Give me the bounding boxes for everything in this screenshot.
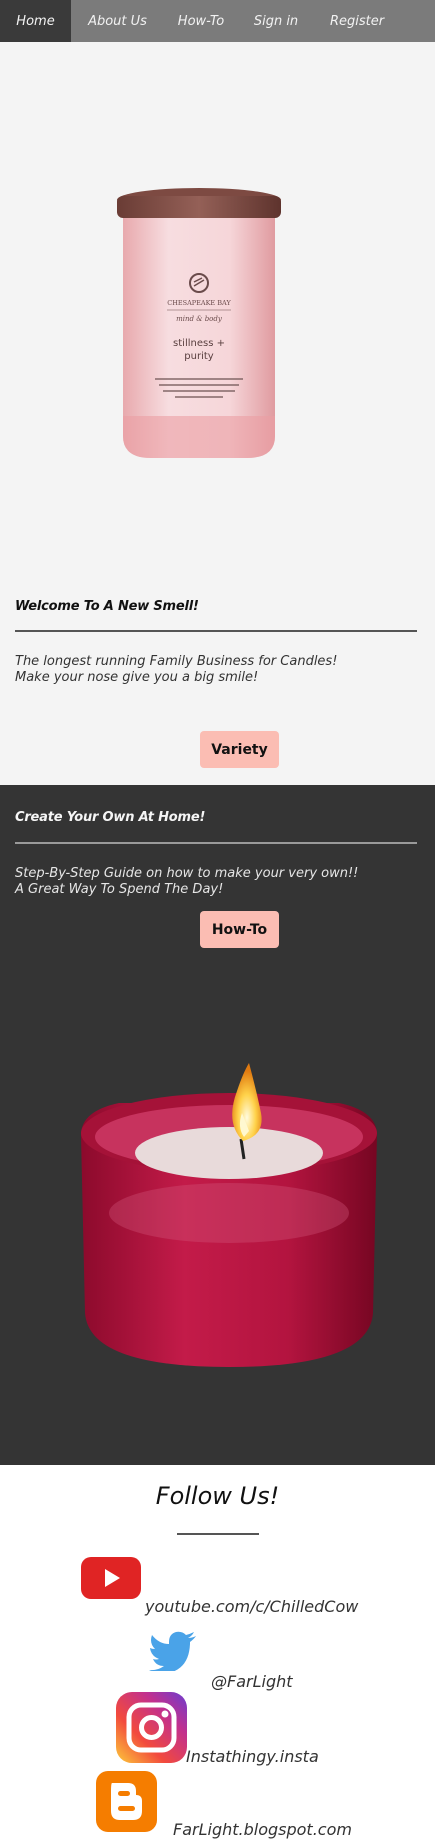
create-line1: Step-By-Step Guide on how to make your v… (15, 866, 359, 881)
how-to-button[interactable]: How-To (200, 911, 279, 948)
blogger-link[interactable]: FarLight.blogspot.com (173, 1820, 352, 1839)
red-candle-image (81, 1063, 377, 1367)
jar-subbrand-text: mind & body (176, 315, 223, 323)
top-nav: Home About Us How-To Sign in Register (0, 0, 435, 42)
nav-home[interactable]: Home (0, 0, 71, 42)
candle-jar-image: CHESAPEAKE BAY mind & body stillness + p… (117, 188, 281, 458)
nav-how-to[interactable]: How-To (164, 0, 238, 42)
welcome-line2: Make your nose give you a big smile! (15, 670, 259, 685)
variety-button[interactable]: Variety (200, 731, 279, 768)
welcome-title: Welcome To A New Smell! (15, 599, 199, 614)
create-line2: A Great Way To Spend The Day! (15, 882, 224, 897)
nav-register[interactable]: Register (314, 0, 400, 42)
follow-divider (177, 1533, 259, 1535)
create-divider (15, 842, 417, 844)
welcome-divider (15, 630, 417, 632)
blogger-icon[interactable] (96, 1771, 157, 1832)
jar-brand-text: CHESAPEAKE BAY (167, 299, 231, 307)
follow-title: Follow Us! (155, 1482, 280, 1510)
create-text: Step-By-Step Guide on how to make your v… (15, 866, 358, 898)
youtube-link[interactable]: youtube.com/c/ChilledCow (145, 1597, 358, 1616)
jar-scent-line2: purity (184, 351, 213, 362)
twitter-link[interactable]: @FarLight (211, 1672, 293, 1691)
welcome-text: The longest running Family Business for … (15, 654, 337, 686)
nav-about-us[interactable]: About Us (71, 0, 164, 42)
youtube-icon[interactable] (81, 1557, 141, 1599)
welcome-line1: The longest running Family Business for … (15, 654, 338, 669)
create-title: Create Your Own At Home! (15, 810, 206, 825)
nav-sign-in[interactable]: Sign in (238, 0, 314, 42)
follow-section (0, 1465, 435, 1839)
jar-scent-line1: stillness + (173, 338, 225, 349)
instagram-link[interactable]: Instathingy.insta (186, 1747, 319, 1766)
instagram-icon[interactable] (116, 1692, 187, 1763)
twitter-icon[interactable] (149, 1631, 197, 1671)
